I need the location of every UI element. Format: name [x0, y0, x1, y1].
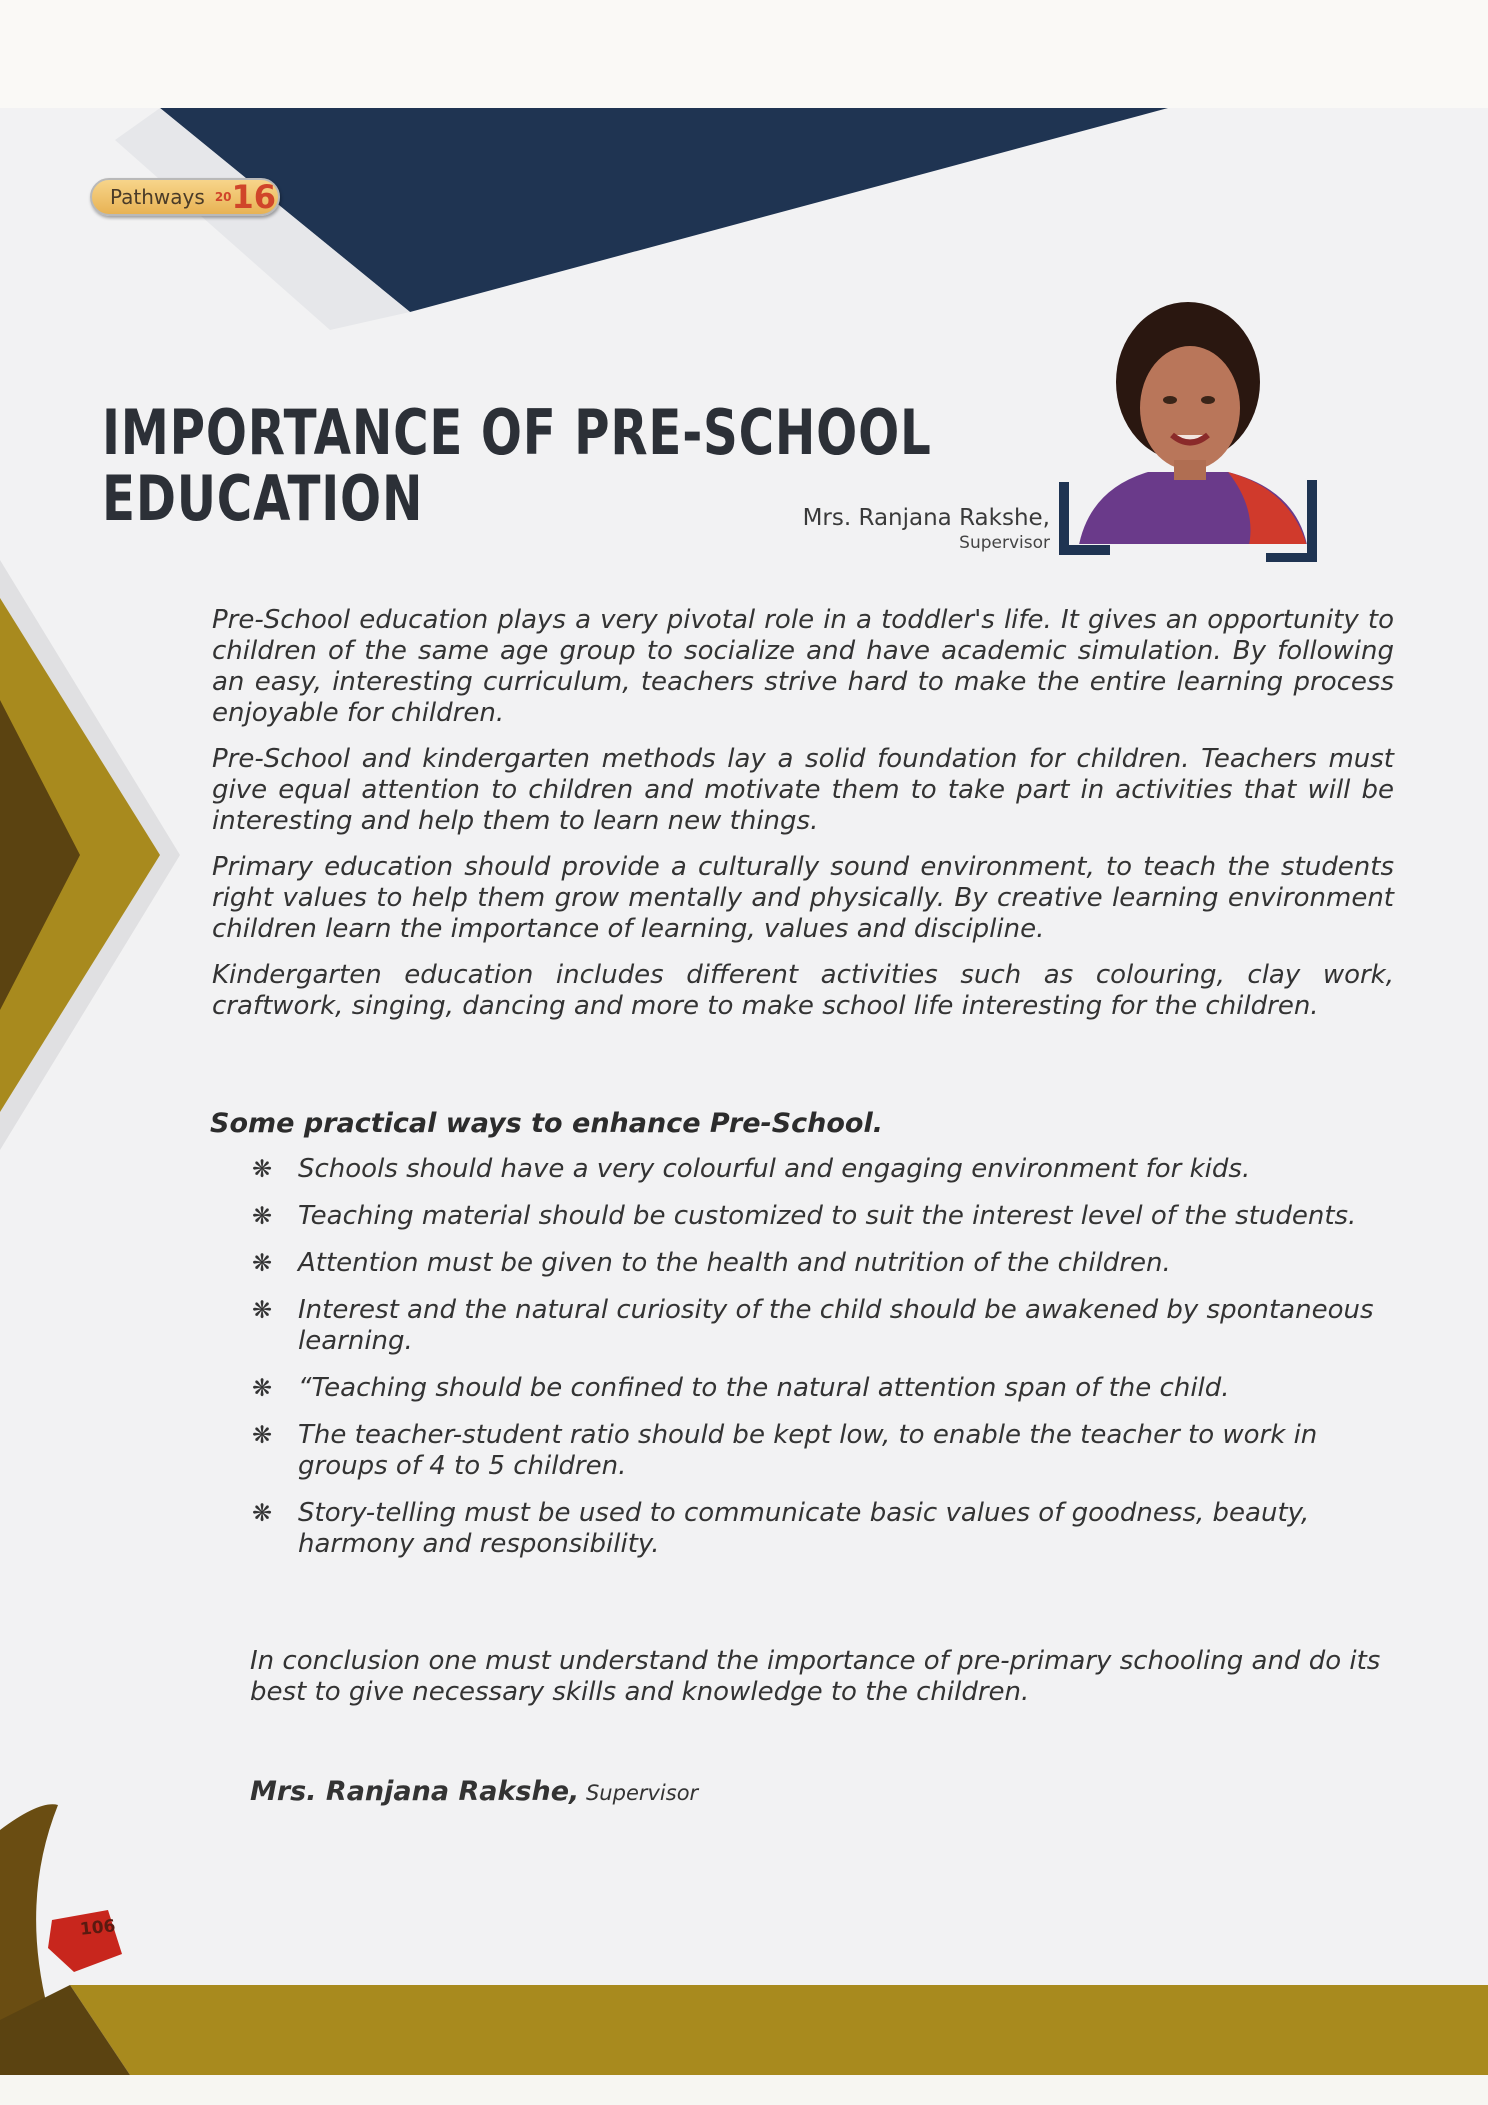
badge-label: Pathways — [110, 185, 205, 209]
asterisk-flower-icon: ❋ — [252, 1296, 273, 1324]
article-body: Pre-School education plays a very pivota… — [212, 605, 1394, 1037]
paragraph: Pre-School and kindergarten methods lay … — [212, 744, 1394, 836]
asterisk-flower-icon: ❋ — [252, 1374, 273, 1402]
tip-text: Story-telling must be used to communicat… — [298, 1498, 1310, 1559]
page-number: 106 — [79, 1916, 117, 1940]
portrait-photo — [1058, 302, 1318, 562]
list-item: ❋ Attention must be given to the health … — [252, 1248, 1388, 1279]
author-header: Mrs. Ranjana Rakshe, Supervisor — [803, 505, 1050, 553]
tips-list: ❋ Schools should have a very colourful a… — [252, 1154, 1388, 1576]
asterisk-flower-icon: ❋ — [252, 1155, 273, 1183]
conclusion-paragraph: In conclusion one must understand the im… — [250, 1646, 1381, 1707]
asterisk-flower-icon: ❋ — [252, 1421, 273, 1449]
tip-text: Interest and the natural curiosity of th… — [298, 1295, 1374, 1356]
list-item: ❋ Interest and the natural curiosity of … — [252, 1295, 1388, 1357]
portrait-face — [1140, 346, 1240, 470]
tip-text: Schools should have a very colourful and… — [298, 1154, 1251, 1184]
badge-year-suffix: 16 — [231, 178, 277, 216]
pathways-badge: Pathways 20 16 — [90, 178, 280, 216]
list-item: ❋ Story-telling must be used to communic… — [252, 1498, 1388, 1560]
asterisk-flower-icon: ❋ — [252, 1499, 273, 1527]
signoff-name: Mrs. Ranjana Rakshe, — [250, 1776, 580, 1807]
tip-text: The teacher-student ratio should be kept… — [298, 1420, 1318, 1481]
paper-bottom-margin — [0, 2075, 1488, 2105]
paragraph: Pre-School education plays a very pivota… — [212, 605, 1394, 728]
tips-heading: Some practical ways to enhance Pre-Schoo… — [210, 1108, 883, 1139]
badge-year-prefix: 20 — [214, 190, 232, 204]
author-role: Supervisor — [959, 533, 1050, 553]
title-line-1: IMPORTANCE OF PRE-SCHOOL — [102, 396, 932, 469]
signoff-role: Supervisor — [579, 1781, 699, 1805]
tip-text: Teaching material should be customized t… — [298, 1201, 1357, 1231]
gold-footer-bar — [70, 1985, 1488, 2075]
title-line-2: EDUCATION — [102, 462, 424, 535]
paragraph: Kindergarten education includes differen… — [212, 960, 1394, 1021]
list-item: ❋ Teaching material should be customized… — [252, 1201, 1388, 1232]
author-name: Mrs. Ranjana Rakshe, — [802, 505, 1050, 531]
signoff: Mrs. Ranjana Rakshe, Supervisor — [250, 1776, 698, 1807]
list-item: ❋ “Teaching should be confined to the na… — [252, 1373, 1388, 1404]
list-item: ❋ The teacher-student ratio should be ke… — [252, 1420, 1388, 1482]
asterisk-flower-icon: ❋ — [252, 1202, 273, 1230]
asterisk-flower-icon: ❋ — [252, 1249, 273, 1277]
list-item: ❋ Schools should have a very colourful a… — [252, 1154, 1388, 1185]
paragraph: Primary education should provide a cultu… — [212, 852, 1394, 944]
tip-text: “Teaching should be confined to the natu… — [298, 1373, 1230, 1403]
tip-text: Attention must be given to the health an… — [298, 1248, 1171, 1278]
